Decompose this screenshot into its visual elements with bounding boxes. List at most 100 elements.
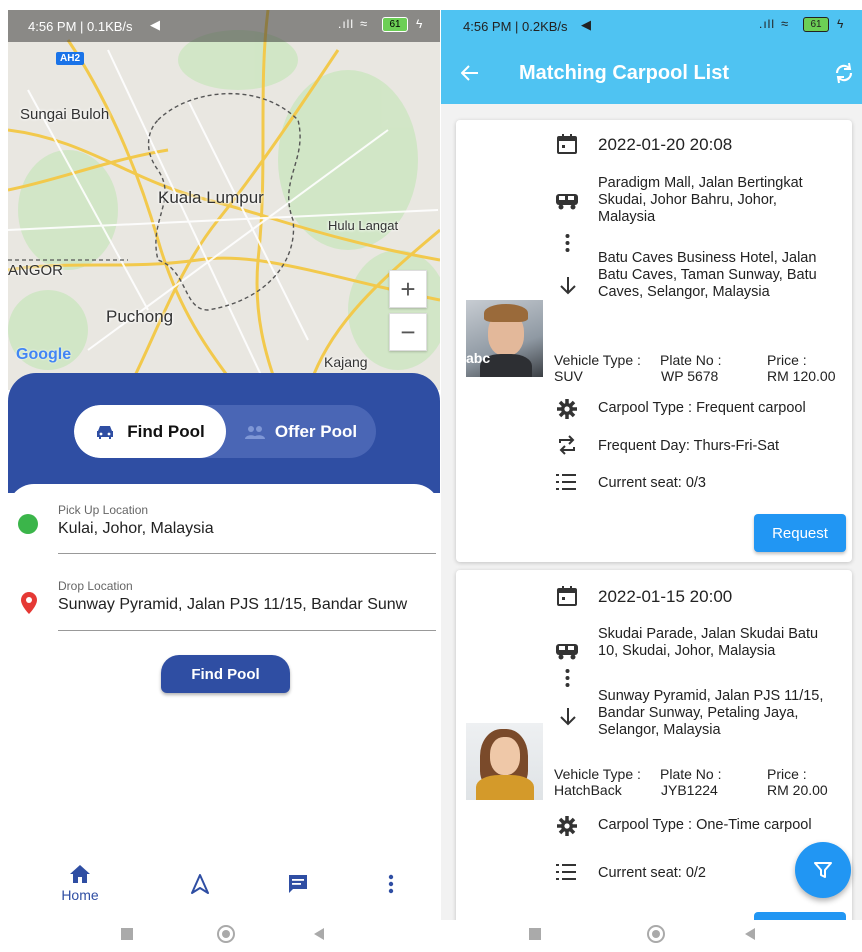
pool-mode-toggle[interactable]: Find Pool Offer Pool: [74, 405, 376, 458]
battery-icon: 61: [803, 17, 829, 32]
nav-home[interactable]: Home: [54, 865, 106, 915]
wifi-icon: ≈: [360, 16, 368, 31]
nav-home-label: Home: [61, 887, 99, 903]
frequent-day: Frequent Day: Thurs-Fri-Sat: [598, 438, 780, 454]
plate-label: Plate No :: [660, 352, 722, 368]
telegram-icon: ◀: [581, 17, 591, 32]
offer-pool-tab[interactable]: Offer Pool: [226, 405, 376, 458]
vehicle-type-label: Vehicle Type :: [554, 352, 641, 368]
recent-apps-icon[interactable]: [121, 928, 133, 940]
plate-number: Plate No : WP 5678: [660, 352, 721, 384]
price-value: RM 20.00: [767, 782, 828, 798]
gear-icon: [557, 816, 577, 836]
carpool-type: Carpool Type : One-Time carpool: [598, 817, 812, 833]
pickup-dot-icon: [18, 514, 38, 534]
current-seat: Current seat: 0/2: [598, 865, 706, 881]
map-label-langor: ANGOR: [8, 262, 64, 279]
calendar-icon: [557, 586, 577, 606]
carpool-type: Carpool Type : Frequent carpool: [598, 400, 806, 416]
status-time: 4:56 PM | 0.2KB/s: [463, 19, 568, 34]
home-circle-icon[interactable]: [647, 925, 665, 943]
dots-vertical-icon: [565, 234, 570, 252]
vehicle-type: Vehicle Type : SUV: [554, 352, 641, 384]
arrow-down-icon: [560, 277, 576, 295]
list-numbered-icon: [556, 864, 576, 880]
price-label: Price :: [767, 352, 807, 368]
drop-underline: [58, 630, 436, 631]
map-label-hulu-langat: Hulu Langat: [328, 218, 399, 233]
list-numbered-icon: [556, 474, 576, 490]
pickup-label: Pick Up Location: [58, 503, 149, 517]
carpool-datetime: 2022-01-15 20:00: [598, 587, 733, 606]
find-pool-tab-label: Find Pool: [127, 421, 205, 441]
bottom-navigation: Home: [8, 865, 440, 920]
offer-pool-tab-label: Offer Pool: [274, 421, 358, 441]
chat-icon[interactable]: [288, 874, 308, 894]
people-icon: [244, 425, 265, 439]
signal-icon: .ıll: [759, 17, 775, 31]
more-vertical-icon[interactable]: [388, 874, 394, 894]
price: Price : RM 120.00: [767, 352, 835, 384]
battery-icon: 61: [382, 17, 408, 32]
driver-avatar: abc: [466, 300, 543, 377]
vehicle-type-value: HatchBack: [554, 782, 622, 798]
calendar-icon: [557, 134, 577, 154]
carpool-card[interactable]: 2022-01-15 20:00 Skudai Parade, Jalan Sk…: [456, 570, 852, 920]
highway-badge: AH2: [56, 52, 85, 65]
back-triangle-icon[interactable]: [314, 928, 324, 940]
vehicle-type-label: Vehicle Type :: [554, 766, 641, 782]
home-circle-icon[interactable]: [217, 925, 235, 943]
repeat-icon: [559, 435, 575, 455]
from-location: Skudai Parade, Jalan Skudai Batu 10, Sku…: [598, 626, 819, 659]
bus-icon: [556, 644, 578, 660]
plate-label: Plate No :: [660, 766, 722, 782]
arrow-down-icon: [560, 708, 576, 726]
pickup-input[interactable]: Kulai, Johor, Malaysia: [58, 520, 438, 554]
charging-icon: ϟ: [416, 17, 423, 31]
app-bar: Matching Carpool List: [441, 42, 862, 104]
driver-avatar: [466, 723, 543, 800]
location-pin-icon: [21, 592, 37, 614]
plate-value: JYB1224: [661, 782, 718, 798]
price: Price : RM 20.00: [767, 766, 828, 798]
from-location: Paradigm Mall, Jalan Bertingkat Skudai, …: [598, 175, 803, 225]
location-form: Pick Up Location Kulai, Johor, Malaysia …: [8, 484, 440, 920]
carpool-datetime: 2022-01-20 20:08: [598, 135, 733, 154]
navigation-icon[interactable]: [191, 874, 209, 894]
to-location: Sunway Pyramid, Jalan PJS 11/15, Bandar …: [598, 688, 824, 738]
system-navigation-left: [8, 920, 440, 952]
pickup-underline: [58, 553, 436, 554]
price-value: RM 120.00: [767, 368, 836, 384]
find-pool-screen: 4:56 PM | 0.1KB/s ◀ .ıll ≈ 61 ϟ AH2 Sung…: [8, 10, 440, 920]
map-view[interactable]: 4:56 PM | 0.1KB/s ◀ .ıll ≈ 61 ϟ AH2 Sung…: [8, 10, 440, 390]
price-label: Price :: [767, 766, 807, 782]
filter-fab[interactable]: [795, 842, 851, 898]
zoom-in-button[interactable]: +: [389, 270, 427, 308]
map-label-puchong: Puchong: [106, 307, 174, 326]
back-arrow-icon[interactable]: [461, 65, 479, 81]
gear-icon: [557, 399, 577, 419]
system-navigation-right: [441, 920, 862, 952]
current-seat: Current seat: 0/3: [598, 475, 706, 491]
find-pool-button[interactable]: Find Pool: [161, 655, 290, 693]
refresh-icon[interactable]: [833, 62, 855, 84]
recent-apps-icon[interactable]: [529, 928, 541, 940]
back-triangle-icon[interactable]: [745, 928, 755, 940]
bus-icon: [556, 194, 578, 210]
map-label-sungai-buloh: Sungai Buloh: [20, 106, 110, 123]
dots-vertical-icon: [565, 669, 570, 687]
carpool-card[interactable]: 2022-01-20 20:08 Paradigm Mall, Jalan Be…: [456, 120, 852, 562]
find-pool-tab[interactable]: Find Pool: [74, 405, 226, 458]
map-label-kuala-lumpur: Kuala Lumpur: [158, 188, 264, 207]
status-bar: 4:56 PM | 0.1KB/s ◀ .ıll ≈ 61 ϟ: [8, 10, 440, 42]
charging-icon: ϟ: [837, 17, 844, 31]
home-icon: [70, 865, 90, 883]
zoom-out-button[interactable]: −: [389, 313, 427, 351]
drop-input[interactable]: Sunway Pyramid, Jalan PJS 11/15, Bandar …: [58, 596, 438, 630]
plus-icon: +: [400, 273, 416, 304]
filter-icon: [814, 862, 832, 878]
map-label-kajang: Kajang: [324, 354, 368, 370]
minus-icon: −: [400, 316, 416, 347]
request-button[interactable]: Request: [754, 514, 846, 552]
request-button-partial[interactable]: [754, 912, 846, 920]
